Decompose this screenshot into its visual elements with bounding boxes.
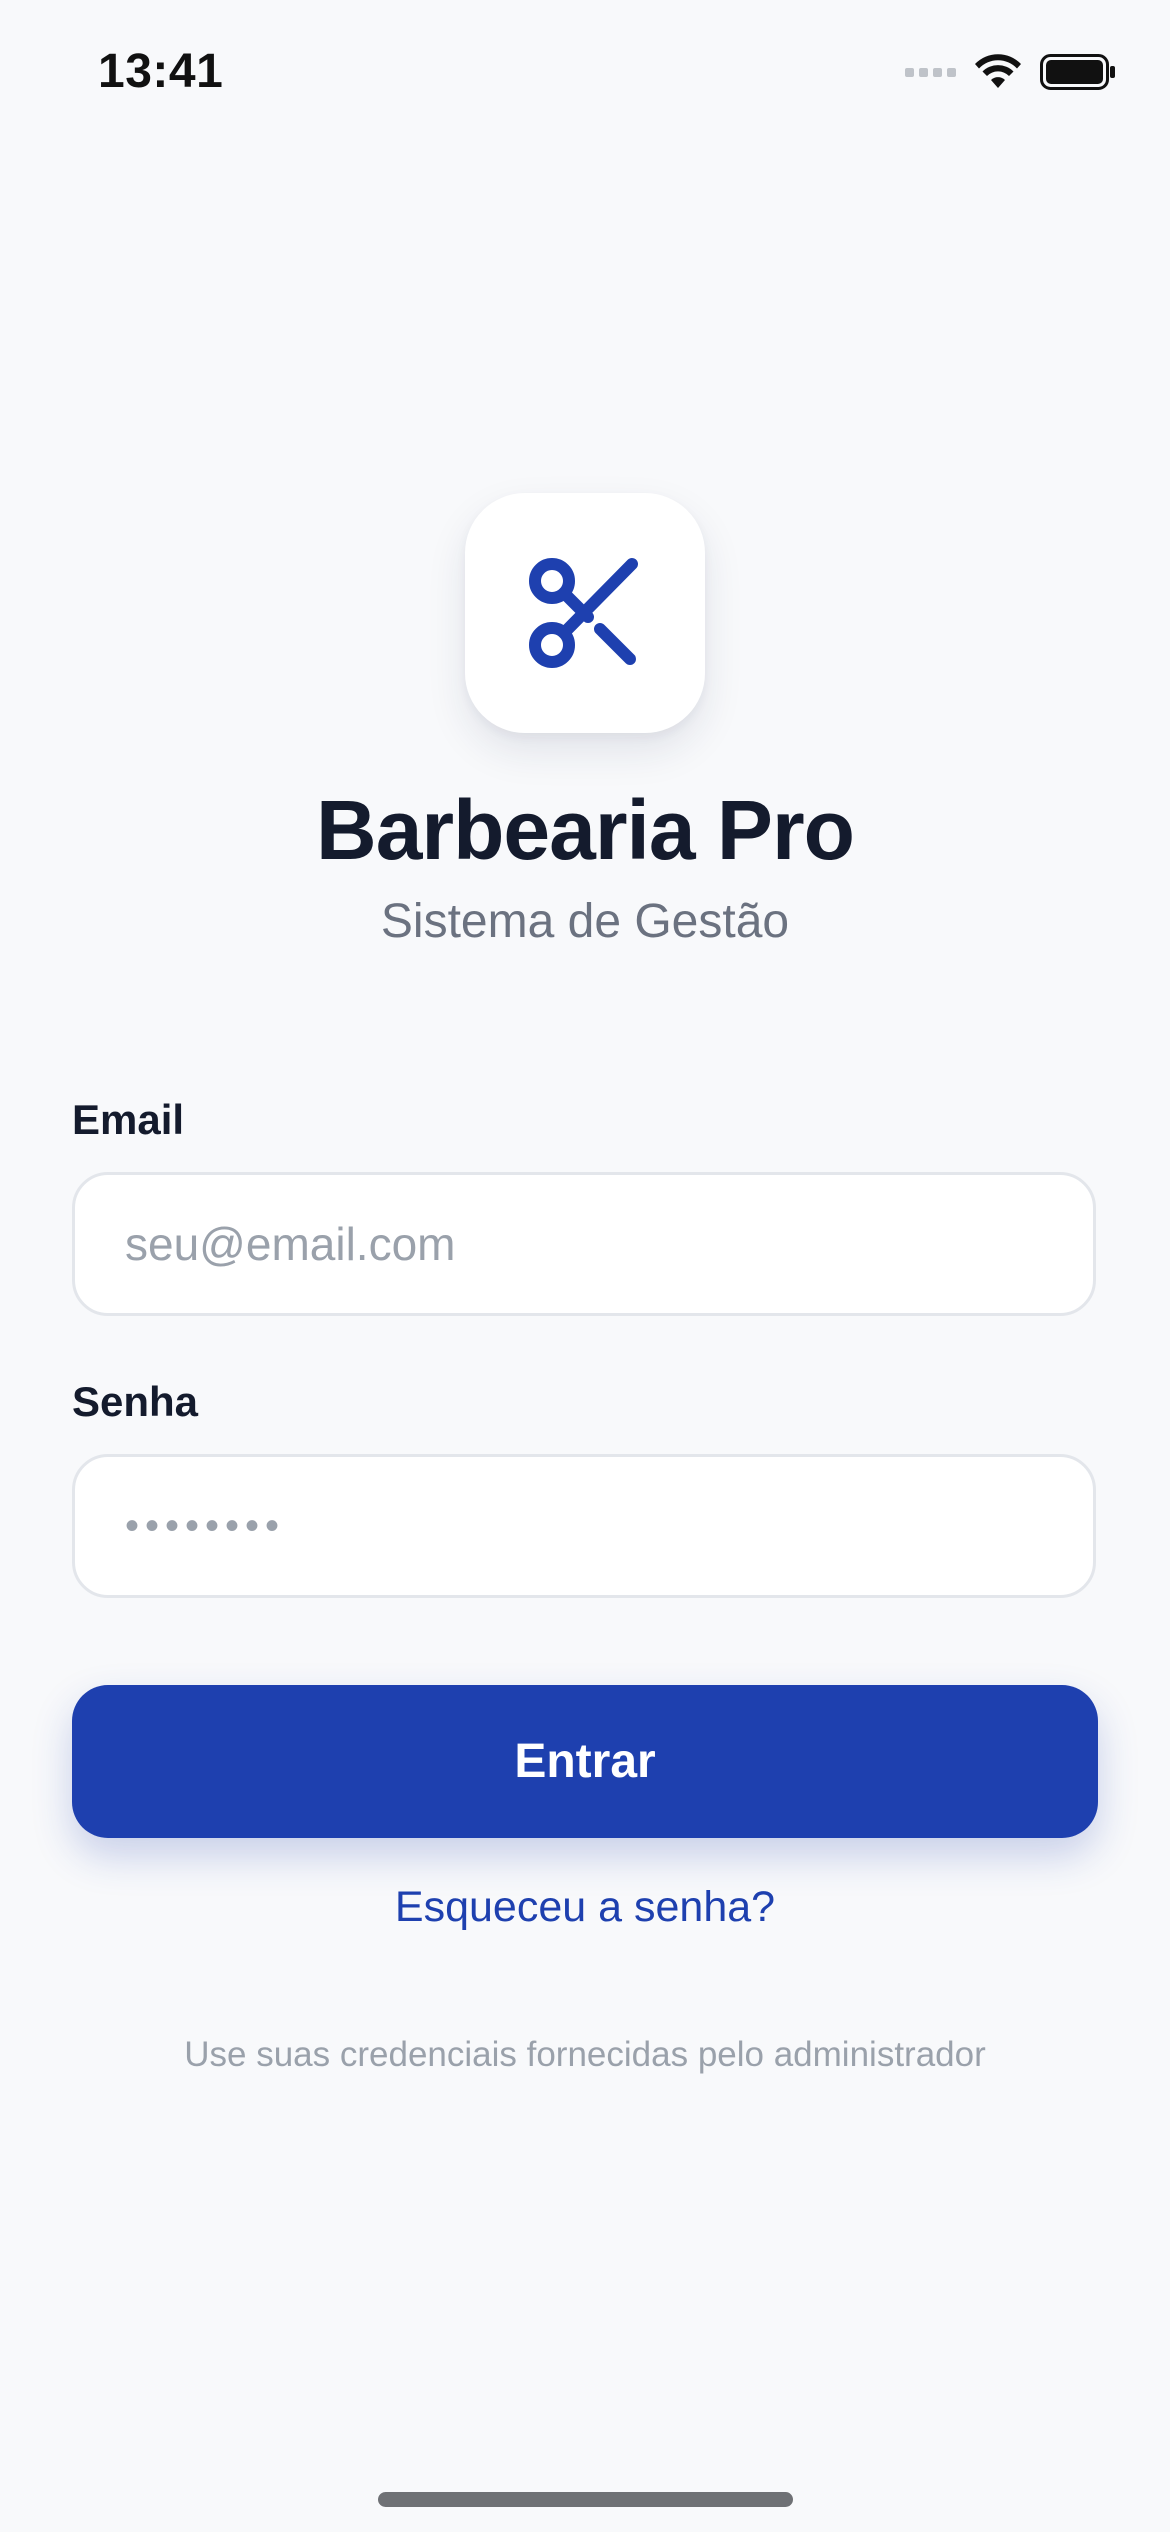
app-subtitle: Sistema de Gestão [380,895,790,948]
home-indicator[interactable] [378,2492,793,2507]
helper-text: Use suas credenciais fornecidas pelo adm… [184,2035,986,2074]
password-mask: •••••••• [125,1503,286,1548]
status-time: 13:41 [98,45,224,98]
email-field[interactable] [125,1217,1025,1271]
status-icons [905,54,1116,90]
cellular-signal-icon [905,67,956,77]
wifi-icon [975,54,1021,88]
password-label: Senha [72,1378,199,1425]
email-label: Email [72,1096,185,1143]
login-button[interactable]: Entrar [72,1685,1098,1838]
app-logo [465,493,705,733]
app-title: Barbearia Pro [316,783,855,877]
password-field[interactable]: •••••••• [72,1454,1096,1598]
scissors-icon [529,558,638,668]
forgot-password-link[interactable]: Esqueceu a senha? [0,1883,1170,1932]
battery-icon [1040,54,1115,90]
email-field-container[interactable] [72,1172,1096,1316]
status-bar: 13:41 [0,0,1170,150]
